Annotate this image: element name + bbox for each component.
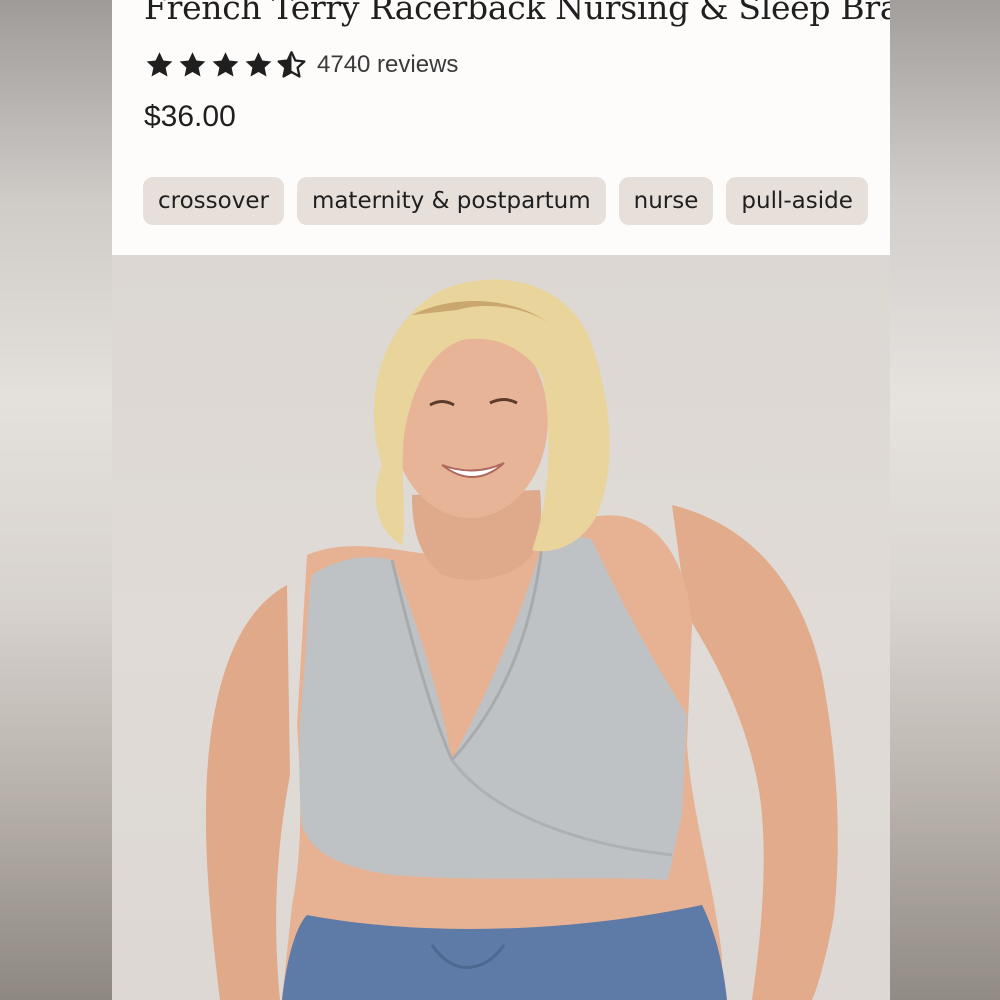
product-page: French Terry Racerback Nursing & Sleep B… (112, 0, 890, 1000)
product-photo[interactable] (112, 255, 890, 1000)
star-half-icon (276, 50, 307, 80)
rating-row[interactable]: 4740 reviews (144, 48, 458, 82)
star-full-icon (177, 50, 208, 80)
product-price: $36.00 (144, 100, 236, 133)
product-info: French Terry Racerback Nursing & Sleep B… (112, 0, 890, 255)
reviews-count[interactable]: 4740 reviews (317, 51, 458, 79)
left-blurred-background (0, 0, 112, 1000)
tag-chip[interactable]: crossover (143, 177, 284, 225)
tag-list: crossover maternity & postpartum nurse p… (143, 177, 868, 225)
product-title: French Terry Racerback Nursing & Sleep B… (144, 0, 890, 27)
tag-chip[interactable]: nurse (618, 177, 714, 225)
star-full-icon (243, 50, 274, 80)
tag-chip[interactable]: maternity & postpartum (296, 177, 606, 225)
model-left-arm (205, 585, 290, 1000)
tag-chip[interactable]: pull-aside (726, 177, 868, 225)
star-full-icon (210, 50, 241, 80)
right-blurred-background (890, 0, 1000, 1000)
star-rating (144, 50, 307, 80)
star-full-icon (144, 50, 175, 80)
